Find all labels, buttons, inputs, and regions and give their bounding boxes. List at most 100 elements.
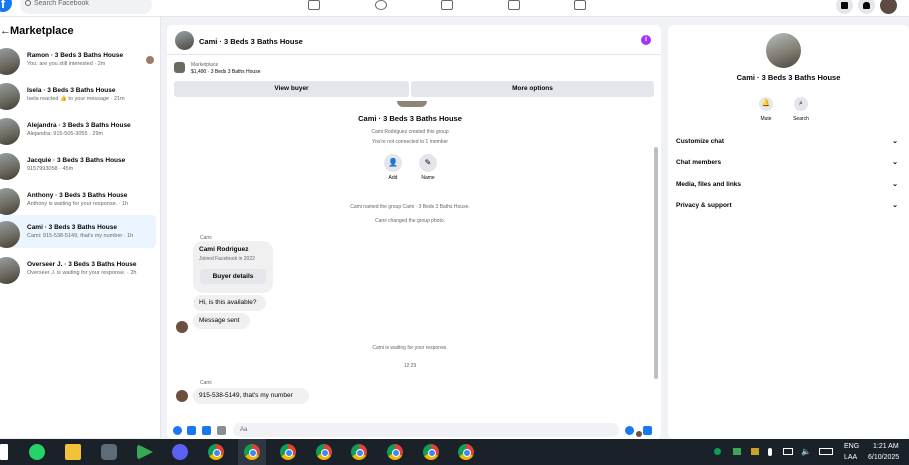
volume-icon[interactable]: 🔈: [801, 447, 811, 456]
section-title: Customize chat: [676, 138, 725, 145]
search-placeholder: Search Facebook: [34, 0, 89, 7]
conversation-item-isela[interactable]: Isela · 3 Beds 3 Baths House Isela react…: [0, 79, 156, 112]
account-avatar[interactable]: [880, 0, 897, 14]
discord-icon[interactable]: [172, 444, 188, 460]
add-people-button[interactable]: 👤: [384, 154, 402, 172]
conversation-item-alejandra[interactable]: Alejandra · 3 Beds 3 Baths House Alejand…: [0, 114, 156, 147]
plus-icon[interactable]: [173, 426, 182, 435]
chrome-icon[interactable]: [458, 444, 474, 460]
message-input-placeholder: Aa: [240, 427, 248, 433]
tray-app-icon[interactable]: [751, 448, 759, 455]
mute-button[interactable]: 🔔: [759, 97, 773, 111]
chrome-icon[interactable]: [280, 444, 296, 460]
chrome-icon[interactable]: [316, 444, 332, 460]
conversation-title: Alejandra · 3 Beds 3 Baths House: [27, 122, 131, 129]
section-title: Media, files and links: [676, 181, 742, 188]
chat-members-section[interactable]: Chat members ⌄: [676, 159, 898, 166]
emoji-icon[interactable]: [625, 426, 634, 435]
chrome-icon[interactable]: [208, 444, 224, 460]
view-buyer-button[interactable]: View buyer: [174, 81, 409, 97]
conversation-preview: Overseer J. is waiting for your response…: [27, 270, 137, 276]
top-navigation-bar: f Search Facebook: [0, 0, 909, 17]
tray-app-icon[interactable]: [733, 448, 741, 455]
conversation-item-cami[interactable]: Cami · 3 Beds 3 Baths House Cami: 915-53…: [0, 215, 156, 248]
gif-icon[interactable]: [217, 426, 226, 435]
conversation-preview: Isela reacted 👍 to your message · 21m: [27, 96, 125, 102]
customize-chat-section[interactable]: Customize chat ⌄: [676, 138, 898, 145]
clock-date[interactable]: 6/10/2025: [868, 454, 899, 461]
chrome-icon[interactable]: [423, 444, 439, 460]
chrome-icon[interactable]: [244, 444, 260, 460]
privacy-support-section[interactable]: Privacy & support ⌄: [676, 202, 898, 209]
conversation-title: Isela · 3 Beds 3 Baths House: [27, 87, 116, 94]
conversation-title: Overseer J. · 3 Beds 3 Baths House: [27, 261, 137, 268]
friends-icon[interactable]: [375, 0, 387, 10]
add-person-icon: 👤: [388, 158, 398, 167]
conversation-preview: Cami: 915-538-5149, that's my number · 1…: [27, 233, 134, 239]
photo-icon[interactable]: [187, 426, 196, 435]
windows-taskbar: 🔈 ENG LAA 1:21 AM 6/10/2025: [0, 439, 909, 465]
play-store-icon[interactable]: [137, 444, 153, 460]
network-icon[interactable]: [783, 448, 793, 455]
waiting-notice: Cami is waiting for your response.: [372, 345, 448, 351]
marketplace-icon[interactable]: [508, 0, 520, 10]
conversation-item-overseer[interactable]: Overseer J. · 3 Beds 3 Baths House Overs…: [0, 253, 156, 286]
start-button-icon[interactable]: [0, 444, 8, 460]
clock-time[interactable]: 1:21 AM: [873, 443, 899, 450]
chrome-icon[interactable]: [387, 444, 403, 460]
language-indicator[interactable]: ENG: [844, 443, 859, 450]
search-input[interactable]: Search Facebook: [20, 0, 152, 14]
chat-scrollbar[interactable]: [653, 101, 658, 419]
video-icon[interactable]: [441, 0, 453, 10]
home-icon[interactable]: [308, 0, 320, 10]
keyboard-icon[interactable]: [819, 448, 833, 455]
chat-title[interactable]: Cami · 3 Beds 3 Baths House: [199, 37, 303, 46]
conversation-preview: You: are you still interested · 2m: [27, 61, 106, 67]
listing-thumbnail: [174, 62, 185, 73]
chat-details-panel: Cami · 3 Beds 3 Baths House 🔔 Mute ⌕ Sea…: [668, 25, 909, 439]
conversation-preview: 9157993058 · 45m: [27, 166, 74, 172]
input-method-indicator[interactable]: LAA: [844, 454, 857, 461]
marketplace-inbox-sidebar: ←Marketplace Ramon · 3 Beds 3 Baths Hous…: [0, 17, 161, 438]
sticker-icon[interactable]: [202, 426, 211, 435]
scrollbar-thumb[interactable]: [654, 147, 658, 379]
search-label: Search: [793, 116, 809, 122]
rename-button[interactable]: ✎: [419, 154, 437, 172]
conversation-preview: Anthony is waiting for your response. · …: [27, 201, 129, 207]
message-thread: Cami · 3 Beds 3 Baths House Cami Rodrigu…: [167, 99, 661, 437]
media-files-links-section[interactable]: Media, files and links ⌄: [676, 181, 898, 188]
buyer-details-button[interactable]: Buyer details: [200, 269, 266, 284]
tray-app-icon[interactable]: [714, 448, 721, 455]
conversation-title: Jacquie · 3 Beds 3 Baths House: [27, 157, 126, 164]
app-icon[interactable]: [101, 444, 117, 460]
connection-status-text: You're not connected to 1 member: [371, 139, 449, 145]
chrome-icon[interactable]: [351, 444, 367, 460]
menu-grid-icon[interactable]: [836, 0, 853, 14]
conversation-item-anthony[interactable]: Anthony · 3 Beds 3 Baths House Anthony i…: [0, 184, 156, 217]
listing-banner[interactable]: Marketplace $1,490 · 3 Beds 3 Baths Hous…: [167, 56, 661, 80]
microphone-icon[interactable]: [768, 448, 772, 456]
notifications-bell-icon[interactable]: [858, 0, 875, 14]
info-icon[interactable]: i: [641, 35, 651, 45]
whatsapp-icon[interactable]: [29, 444, 45, 460]
sidebar-title: ←Marketplace: [0, 25, 74, 37]
file-explorer-icon[interactable]: [65, 444, 81, 460]
conversation-title: Cami · 3 Beds 3 Baths House: [27, 224, 117, 231]
search-conversation-button[interactable]: ⌕: [794, 97, 808, 111]
listing-thumbnail: [0, 48, 20, 75]
conversation-item-ramon[interactable]: Ramon · 3 Beds 3 Baths House You: are yo…: [0, 44, 156, 77]
conversation-item-jacquie[interactable]: Jacquie · 3 Beds 3 Baths House 915799305…: [0, 149, 156, 182]
listing-label: Marketplace: [191, 62, 219, 68]
more-options-button[interactable]: More options: [411, 81, 654, 97]
gaming-icon[interactable]: [574, 0, 586, 10]
message-input[interactable]: Aa: [233, 423, 619, 437]
search-icon: ⌕: [799, 100, 803, 107]
add-label: Add: [388, 175, 398, 181]
conversation-preview: Alejandra: 915-505-3055 · 29m: [27, 131, 104, 137]
group-photo-large[interactable]: [766, 33, 801, 68]
thumbs-up-icon[interactable]: [643, 426, 652, 435]
group-avatar[interactable]: [175, 31, 194, 50]
details-group-name: Cami · 3 Beds 3 Baths House: [736, 73, 841, 82]
facebook-logo-icon[interactable]: f: [0, 0, 12, 12]
back-arrow-icon[interactable]: ←: [0, 25, 11, 37]
